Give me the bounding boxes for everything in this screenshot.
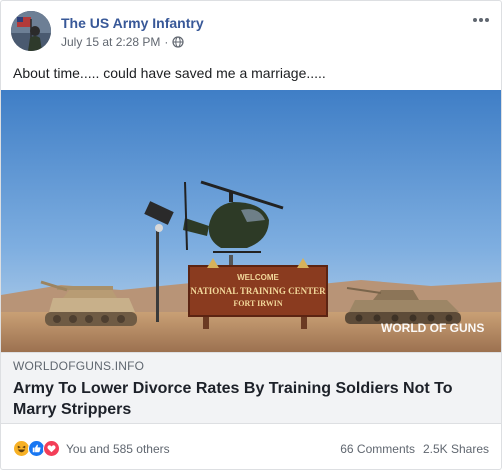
post-timestamp[interactable]: July 15 at 2:28 PM bbox=[61, 35, 160, 49]
sign-main-text: NATIONAL TRAINING CENTER bbox=[190, 286, 326, 296]
link-preview-card[interactable]: WELCOME NATIONAL TRAINING CENTER FORT IR… bbox=[1, 90, 501, 424]
page-avatar[interactable] bbox=[11, 11, 51, 51]
post-meta: July 15 at 2:28 PM · bbox=[61, 35, 184, 49]
more-options-icon[interactable] bbox=[471, 13, 491, 25]
love-icon bbox=[43, 440, 61, 458]
reaction-icons[interactable] bbox=[13, 440, 61, 458]
reaction-count[interactable]: You and 585 others bbox=[66, 442, 170, 456]
link-info[interactable]: WORLDOFGUNS.INFO Army To Lower Divorce R… bbox=[1, 352, 501, 424]
page-name-link[interactable]: The US Army Infantry bbox=[61, 15, 204, 31]
link-headline[interactable]: Army To Lower Divorce Rates By Training … bbox=[13, 378, 489, 420]
shares-count[interactable]: 2.5K Shares bbox=[423, 442, 489, 456]
meta-separator: · bbox=[164, 35, 169, 49]
reactions-bar: You and 585 others 66 Comments 2.5K Shar… bbox=[13, 438, 489, 460]
sign-welcome-text: WELCOME bbox=[237, 273, 279, 282]
post-message: About time..... could have saved me a ma… bbox=[13, 65, 326, 81]
sign-sub-text: FORT IRWIN bbox=[233, 299, 283, 308]
post-header: The US Army Infantry July 15 at 2:28 PM … bbox=[11, 11, 491, 55]
globe-icon[interactable] bbox=[172, 36, 184, 48]
post-card: The US Army Infantry July 15 at 2:28 PM … bbox=[0, 0, 502, 470]
link-preview-image[interactable]: WELCOME NATIONAL TRAINING CENTER FORT IR… bbox=[1, 90, 501, 352]
watermark-text: WORLD OF GUNS bbox=[381, 321, 484, 335]
comments-count[interactable]: 66 Comments bbox=[340, 442, 415, 456]
link-domain: WORLDOFGUNS.INFO bbox=[13, 359, 145, 373]
